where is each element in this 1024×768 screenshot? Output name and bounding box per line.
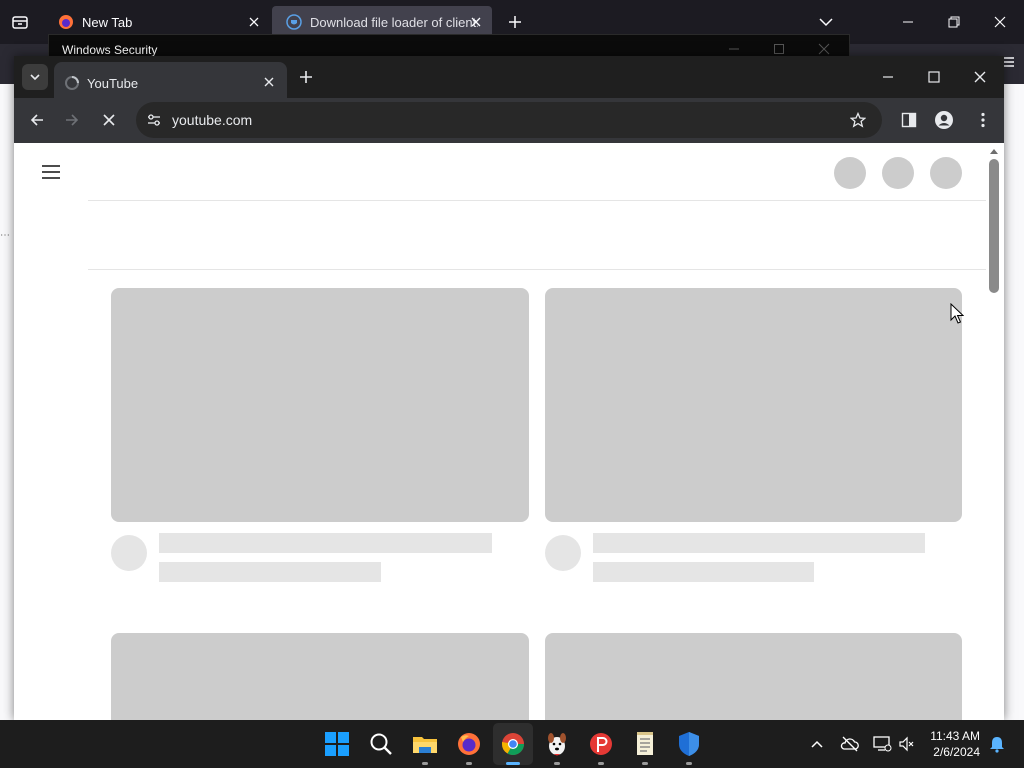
close-window-icon[interactable]	[972, 69, 988, 85]
notification-bell-icon[interactable]	[988, 735, 1006, 753]
site-info-icon[interactable]	[146, 112, 162, 128]
video-thumbnail-skeleton	[545, 633, 962, 720]
ellipsis-icon: ⋯	[0, 230, 10, 241]
volume-muted-icon[interactable]	[898, 735, 916, 753]
clock-time[interactable]: 11:43 AM	[930, 729, 980, 743]
tab-title: YouTube	[87, 76, 139, 91]
avatar-skeleton	[545, 535, 581, 571]
video-thumbnail-skeleton	[545, 288, 962, 522]
url-text: youtube.com	[172, 112, 253, 128]
start-icon[interactable]	[321, 728, 353, 760]
profile-icon[interactable]	[934, 110, 954, 130]
shield-icon	[286, 14, 302, 30]
active-indicator	[506, 762, 520, 765]
chrome-icon[interactable]	[497, 728, 529, 760]
video-thumbnail-skeleton	[111, 288, 529, 522]
divider	[88, 200, 986, 201]
tab-search-button[interactable]	[22, 64, 48, 90]
notepad-icon[interactable]	[629, 728, 661, 760]
maximize-icon[interactable]	[926, 69, 942, 85]
running-indicator	[422, 762, 428, 765]
stop-loading-icon[interactable]	[100, 111, 118, 129]
skeleton-circle	[834, 157, 866, 189]
forward-icon[interactable]	[63, 111, 81, 129]
divider	[88, 269, 986, 270]
network-icon[interactable]	[872, 735, 892, 753]
running-indicator	[686, 762, 692, 765]
chrome-toolbar: youtube.com	[14, 98, 1004, 143]
running-indicator	[554, 762, 560, 765]
meta-skeleton	[593, 562, 814, 582]
close-icon[interactable]	[818, 43, 830, 55]
new-tab-icon[interactable]	[298, 69, 314, 85]
dog-app-icon[interactable]	[541, 728, 573, 760]
chrome-window: YouTube youtube.com	[14, 56, 1004, 720]
address-bar[interactable]: youtube.com	[136, 102, 882, 138]
onedrive-offline-icon[interactable]	[840, 735, 860, 753]
running-indicator	[642, 762, 648, 765]
video-thumbnail-skeleton	[111, 633, 529, 720]
bookmark-star-icon[interactable]	[850, 112, 866, 128]
file-explorer-icon[interactable]	[409, 728, 441, 760]
psiphon-icon[interactable]	[585, 728, 617, 760]
skeleton-circle	[930, 157, 962, 189]
running-indicator	[598, 762, 604, 765]
close-tab-icon[interactable]	[246, 14, 262, 30]
side-panel-icon[interactable]	[900, 111, 918, 129]
youtube-page	[14, 143, 1004, 720]
show-hidden-icons-chevron-up-icon[interactable]	[810, 737, 824, 751]
close-tab-icon[interactable]	[262, 75, 276, 89]
maximize-icon[interactable]	[773, 43, 785, 55]
search-icon[interactable]	[365, 728, 397, 760]
tab-youtube[interactable]: YouTube	[54, 62, 287, 98]
new-tab-icon[interactable]	[506, 13, 524, 31]
dialog-title: Windows Security	[62, 43, 158, 57]
avatar-skeleton	[111, 535, 147, 571]
close-tab-icon[interactable]	[468, 14, 484, 30]
loading-spinner-icon	[64, 75, 80, 91]
chevron-down-icon[interactable]	[817, 13, 835, 31]
meta-skeleton	[159, 562, 381, 582]
firefox-icon	[58, 14, 74, 30]
hamburger-menu-icon[interactable]	[40, 163, 62, 181]
scrollbar-up-arrow[interactable]	[989, 147, 999, 155]
clock-date[interactable]: 2/6/2024	[933, 745, 980, 759]
chrome-tab-strip: YouTube	[14, 56, 1004, 98]
restore-icon[interactable]	[946, 14, 962, 30]
title-skeleton	[159, 533, 492, 553]
tab-title: New Tab	[82, 14, 133, 30]
title-skeleton	[593, 533, 925, 553]
more-options-icon[interactable]	[974, 111, 992, 129]
minimize-icon[interactable]	[728, 43, 740, 55]
tab-title: Download file loader of client.e	[310, 14, 478, 30]
close-window-icon[interactable]	[992, 14, 1008, 30]
skeleton-circle	[882, 157, 914, 189]
running-indicator	[466, 762, 472, 765]
windows-defender-icon[interactable]	[673, 728, 705, 760]
minimize-icon[interactable]	[900, 14, 916, 30]
firefox-icon[interactable]	[453, 728, 485, 760]
list-all-tabs-icon[interactable]	[11, 13, 29, 31]
windows-taskbar: 11:43 AM 2/6/2024	[0, 720, 1024, 768]
mouse-cursor-icon	[950, 303, 964, 325]
back-icon[interactable]	[28, 111, 46, 129]
minimize-icon[interactable]	[880, 69, 896, 85]
scrollbar-thumb[interactable]	[989, 159, 999, 293]
